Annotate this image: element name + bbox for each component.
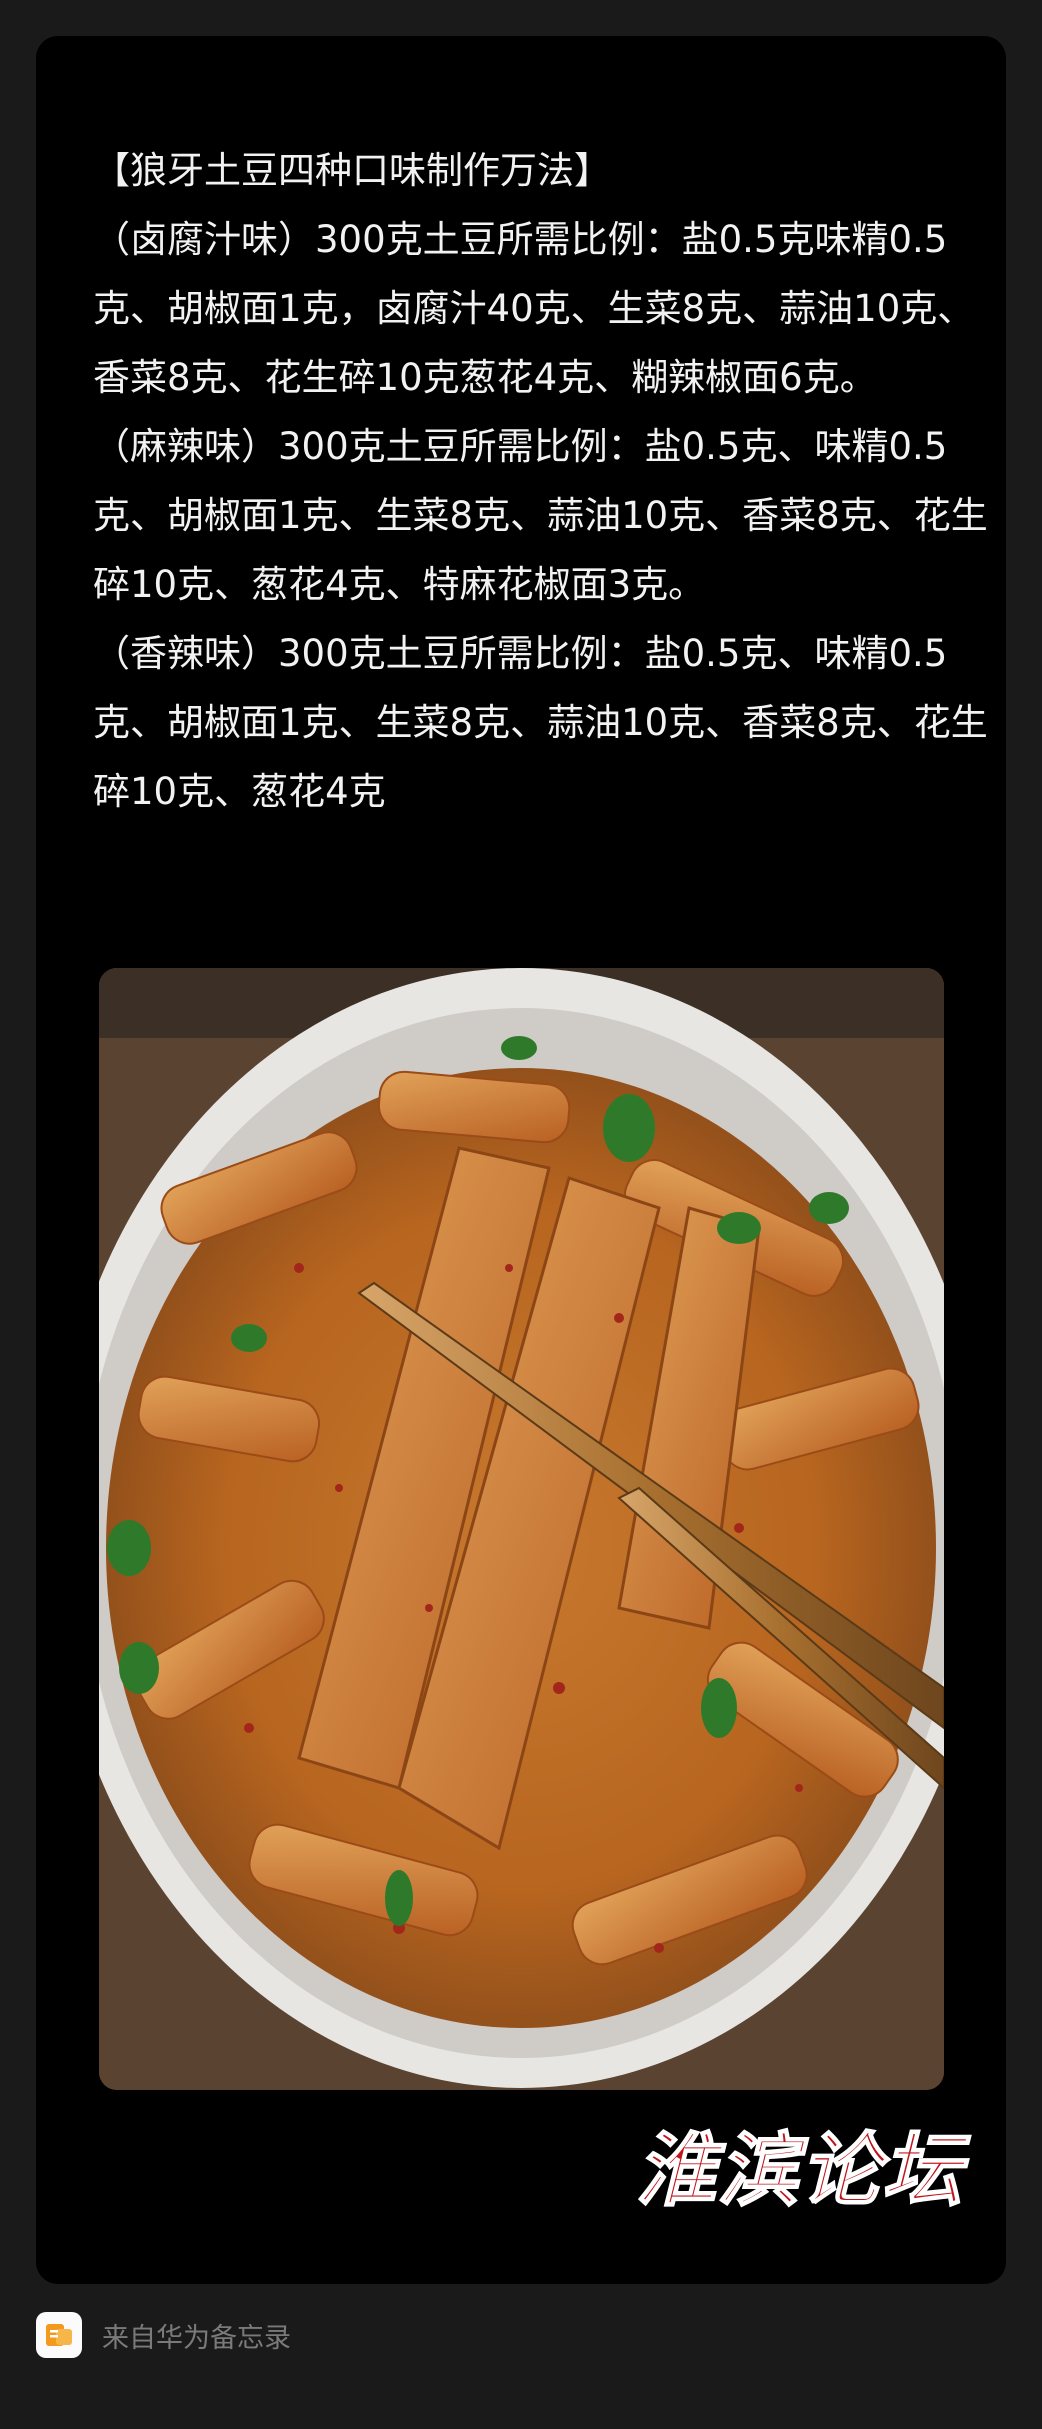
source-label: 来自华为备忘录	[102, 2322, 291, 2354]
note-paragraph-3: （香辣味）300克土豆所需比例：盐0.5克、味精0.5克、胡椒面1克、生菜8克、…	[93, 632, 988, 813]
memo-icon	[46, 2324, 72, 2346]
note-body[interactable]: 【狼牙土豆四种口味制作万法】 （卤腐汁味）300克土豆所需比例：盐0.5克味精0…	[93, 136, 993, 826]
page: 【狼牙土豆四种口味制作万法】 （卤腐汁味）300克土豆所需比例：盐0.5克味精0…	[0, 0, 1042, 2429]
watermark-text: 淮滨论坛	[636, 2123, 971, 2217]
watermark: 淮滨论坛	[626, 2106, 986, 2226]
food-photo[interactable]	[99, 968, 944, 2090]
note-paragraph-1: （卤腐汁味）300克土豆所需比例：盐0.5克味精0.5克、胡椒面1克，卤腐汁40…	[93, 218, 975, 399]
note-paragraph-2: （麻辣味）300克土豆所需比例：盐0.5克、味精0.5克、胡椒面1克、生菜8克、…	[93, 425, 988, 606]
memo-app-icon	[36, 2312, 82, 2358]
note-title: 【狼牙土豆四种口味制作万法】	[93, 149, 611, 192]
note-card: 【狼牙土豆四种口味制作万法】 （卤腐汁味）300克土豆所需比例：盐0.5克味精0…	[36, 36, 1006, 2284]
source-footer[interactable]: 来自华为备忘录	[36, 2310, 291, 2360]
watermark-logo: 淮滨论坛	[635, 2122, 971, 2218]
food-photo-illustration	[99, 968, 944, 2090]
